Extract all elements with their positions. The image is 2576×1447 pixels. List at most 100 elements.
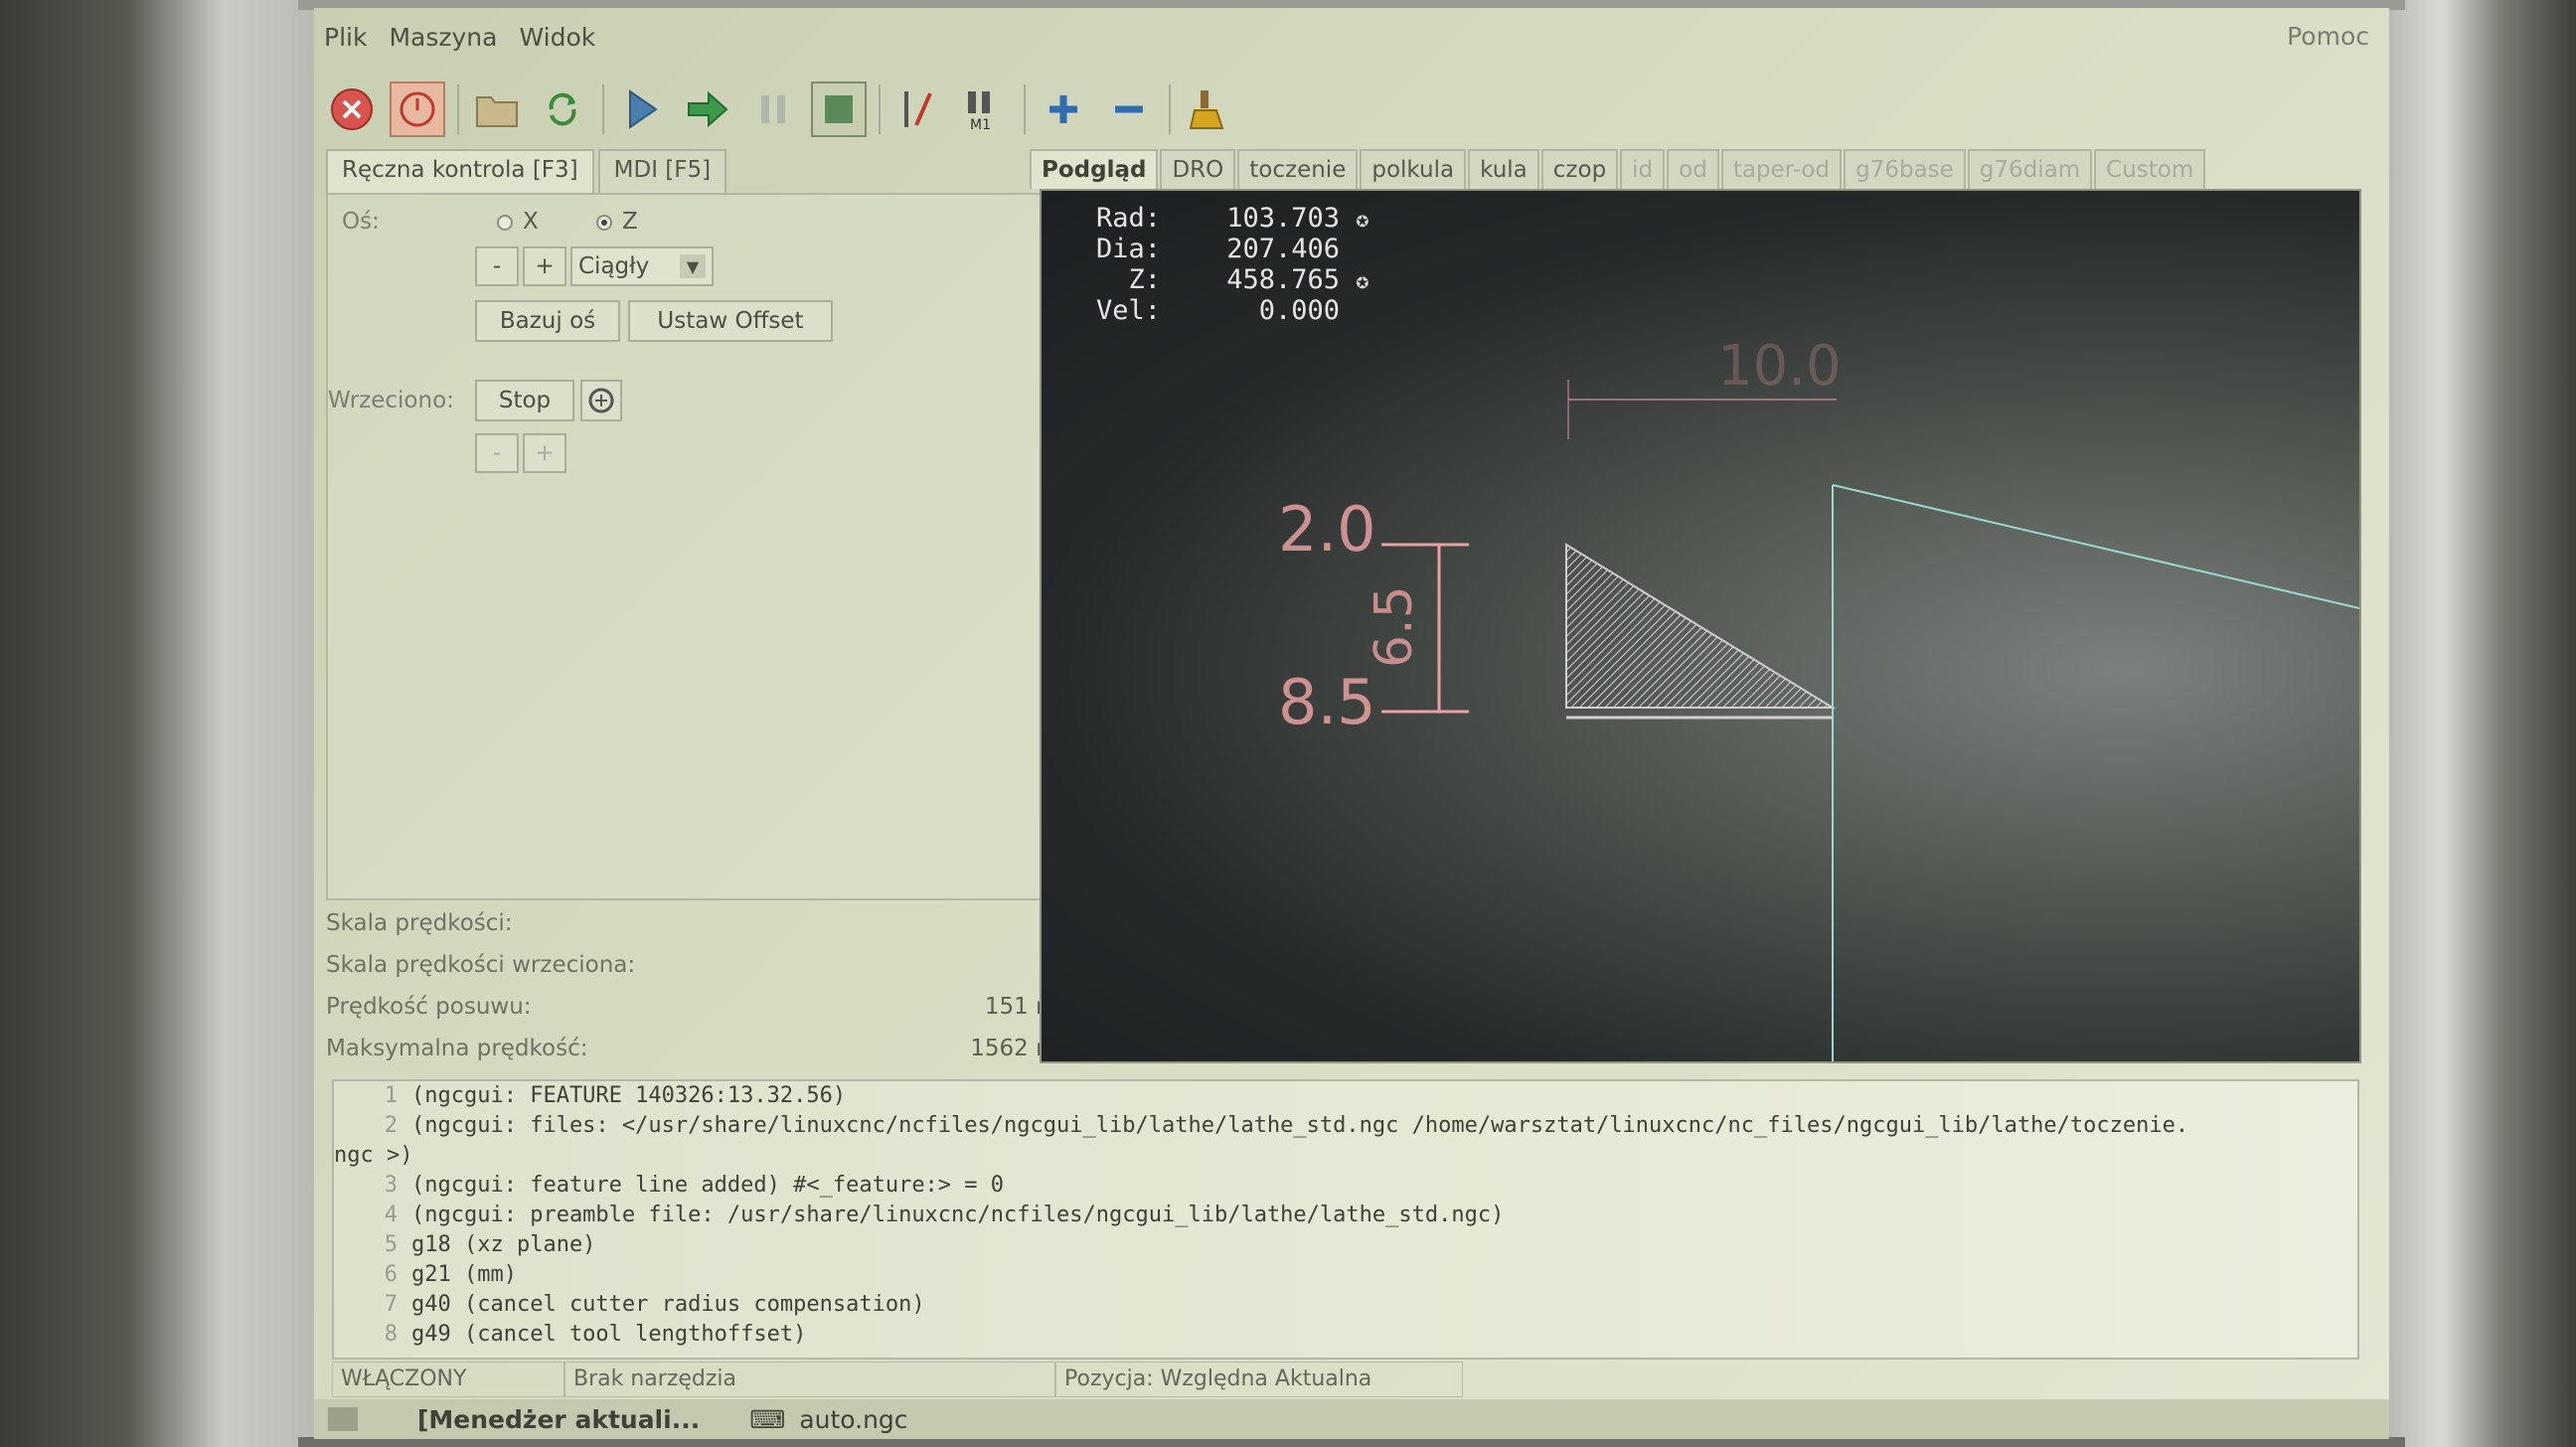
- line-text: g40 (cancel cutter radius compensation): [411, 1292, 925, 1317]
- menu-view[interactable]: Widok: [519, 23, 595, 52]
- block-delete-button[interactable]: [890, 81, 946, 137]
- axis-x-label: X: [523, 209, 539, 235]
- toolbar-separator: [457, 84, 459, 134]
- terminal-icon: ⌨: [749, 1404, 786, 1434]
- line-text: (ngcgui: files: </usr/share/linuxcnc/ncf…: [411, 1113, 2189, 1138]
- step-button[interactable]: [680, 81, 735, 137]
- pause-icon: [761, 95, 785, 123]
- menu-bar: Plik Maszyna Widok Pomoc: [314, 8, 2389, 66]
- dimension-label-a: 2.0: [1278, 493, 1376, 565]
- toolpath-preview[interactable]: Rad: 103.703 ✪ Dia: 207.406 Z: 458.765 ✪ Ve…: [1040, 189, 2361, 1063]
- toolbar-separator: [602, 84, 604, 134]
- gcode-line[interactable]: 8 g49 (cancel tool lengthoffset): [334, 1320, 2357, 1350]
- status-bar: WŁĄCZONY Brak narzędzia Pozycja: Względn…: [332, 1362, 2359, 1397]
- jog-mode-value: Ciągły: [578, 253, 650, 279]
- monitor-bezel-left: [0, 0, 318, 1447]
- estop-button[interactable]: [324, 81, 380, 137]
- dimension-label-top: 10.0: [1717, 334, 1842, 399]
- menu-machine[interactable]: Maszyna: [389, 23, 497, 52]
- chevron-down-icon: ▼: [680, 254, 706, 278]
- tab-taper-od[interactable]: taper-od: [1720, 149, 1843, 189]
- toolbar-separator: [879, 84, 881, 134]
- line-text: (ngcgui: feature line added) #<_feature:…: [411, 1173, 1005, 1198]
- dimension-label-c: 6.5: [1365, 585, 1424, 668]
- reload-file-button[interactable]: [535, 81, 590, 137]
- gcode-line[interactable]: 3 (ngcgui: feature line added) #<_feature…: [334, 1171, 2357, 1201]
- pause-button[interactable]: [745, 81, 801, 137]
- line-number: 1: [384, 1083, 398, 1108]
- optional-stop-button[interactable]: M1: [956, 81, 1012, 137]
- gcode-line[interactable]: 1 (ngcgui: FEATURE 140326:13.32.56): [334, 1081, 2357, 1111]
- line-text: g18 (xz plane): [411, 1232, 596, 1257]
- desktop-icon[interactable]: [328, 1407, 358, 1431]
- task-auto-ngc[interactable]: auto.ngc: [799, 1405, 907, 1434]
- toolbar: M1: [314, 70, 2389, 149]
- clear-plot-button[interactable]: [1181, 81, 1236, 137]
- gcode-line[interactable]: 5 g18 (xz plane): [334, 1230, 2357, 1260]
- line-number: 6: [384, 1262, 398, 1287]
- gcode-line[interactable]: 4 (ngcgui: preamble file: /usr/share/linu…: [334, 1201, 2357, 1230]
- jog-minus-button[interactable]: -: [475, 246, 519, 286]
- step-arrow-icon: [688, 90, 728, 128]
- taskbar: [Menedżer aktuali... ⌨ auto.ngc: [314, 1399, 2389, 1439]
- line-number: 8: [384, 1322, 398, 1347]
- menu-help[interactable]: Pomoc: [2287, 22, 2369, 51]
- line-text: g21 (mm): [411, 1262, 517, 1287]
- home-axis-button[interactable]: Bazuj oś: [475, 300, 620, 342]
- gcode-line[interactable]: 2 (ngcgui: files: </usr/share/linuxcnc/nc…: [334, 1111, 2357, 1141]
- zoom-out-button[interactable]: [1101, 81, 1157, 137]
- rapid-move-line: [1832, 484, 2359, 609]
- right-tab-bar: Podgląd DRO toczenie polkula kula czop id od tap…: [1030, 141, 2207, 189]
- tab-g76base[interactable]: g76base: [1844, 149, 1966, 189]
- spindle-brake-button[interactable]: [580, 380, 622, 421]
- gcode-listing[interactable]: 1 (ngcgui: FEATURE 140326:13.32.56) 2 (ngcg…: [332, 1079, 2359, 1360]
- jog-plus-button[interactable]: +: [523, 246, 566, 286]
- toolpath-profile: [1565, 543, 1837, 709]
- spindle-stop-button[interactable]: Stop: [475, 380, 574, 421]
- axis-gui-window: Plik Maszyna Widok Pomoc M1 Ręczna kontr…: [314, 8, 2389, 1439]
- stop-button[interactable]: [811, 81, 867, 137]
- tab-g76diam[interactable]: g76diam: [1967, 149, 2093, 189]
- reload-icon: [549, 92, 576, 126]
- plus-icon: [1049, 95, 1077, 123]
- tab-dro[interactable]: DRO: [1160, 149, 1236, 189]
- tab-czop[interactable]: czop: [1540, 149, 1619, 189]
- spindle-label: Wrzeciono:: [328, 388, 454, 413]
- preview-canvas: 10.0 2.0 8.5 6.5: [1278, 334, 2359, 1061]
- spindle-slower-button[interactable]: -: [475, 433, 519, 473]
- tab-mdi[interactable]: MDI [F5]: [597, 149, 727, 193]
- task-update-manager[interactable]: [Menedżer aktuali...: [417, 1405, 700, 1434]
- line-text: (ngcgui: preamble file: /usr/share/linux…: [411, 1203, 1505, 1227]
- position-mode: Pozycja: Względna Aktualna: [1055, 1362, 1463, 1397]
- tab-manual-control[interactable]: Ręczna kontrola [F3]: [326, 149, 594, 193]
- open-file-button[interactable]: [469, 81, 525, 137]
- axis-x-radio[interactable]: [497, 215, 513, 231]
- machine-power-button[interactable]: [390, 81, 445, 137]
- gcode-line[interactable]: 6 g21 (mm): [334, 1260, 2357, 1290]
- dimension-label-b: 8.5: [1278, 666, 1376, 738]
- stop-square-icon: [825, 95, 853, 123]
- tab-od[interactable]: od: [1667, 149, 1719, 189]
- spindle-override-label: Skala prędkości wrzeciona:: [326, 952, 636, 978]
- spindle-faster-button[interactable]: +: [523, 433, 566, 473]
- menu-file[interactable]: Plik: [324, 23, 367, 52]
- gcode-line[interactable]: 7 g40 (cancel cutter radius compensation): [334, 1290, 2357, 1320]
- tab-kula[interactable]: kula: [1468, 149, 1539, 189]
- axis-z-radio[interactable]: [596, 215, 612, 231]
- tab-custom[interactable]: Custom: [2094, 149, 2206, 189]
- tab-id[interactable]: id: [1620, 149, 1666, 189]
- toolbar-separator: [1024, 84, 1026, 134]
- line-number: 3: [384, 1173, 398, 1198]
- tab-polkula[interactable]: polkula: [1360, 149, 1467, 189]
- tab-podgląd[interactable]: Podgląd: [1030, 149, 1159, 189]
- axis-label: Oś:: [342, 209, 380, 235]
- gcode-line[interactable]: ngc >): [334, 1141, 2357, 1171]
- touch-off-button[interactable]: Ustaw Offset: [628, 300, 833, 342]
- tool-status: Brak narzędzia: [564, 1362, 1055, 1397]
- toolbar-separator: [1169, 84, 1171, 134]
- run-button[interactable]: [614, 81, 670, 137]
- zoom-in-button[interactable]: [1036, 81, 1091, 137]
- jog-mode-select[interactable]: Ciągły ▼: [570, 246, 714, 286]
- line-text: ngc >): [334, 1143, 413, 1168]
- tab-toczenie[interactable]: toczenie: [1237, 149, 1359, 189]
